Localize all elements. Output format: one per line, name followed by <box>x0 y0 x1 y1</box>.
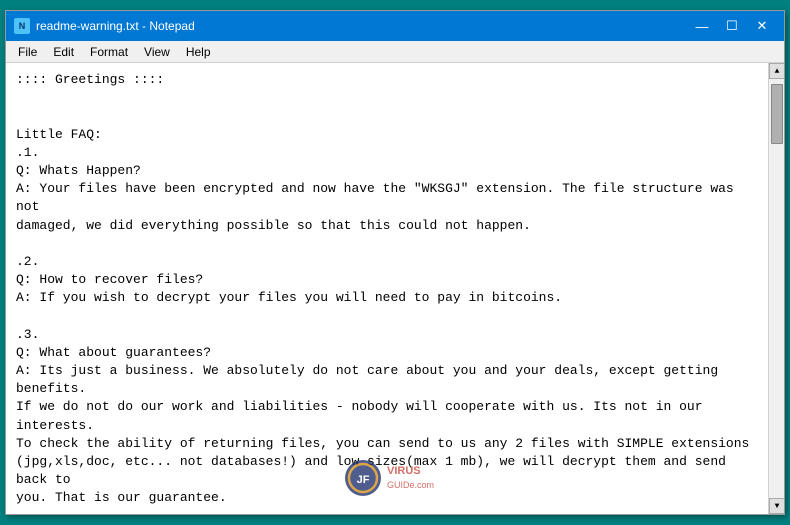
menu-file[interactable]: File <box>10 43 45 61</box>
content-area: :::: Greetings :::: Little FAQ: .1. Q: W… <box>6 63 784 514</box>
menu-help[interactable]: Help <box>178 43 219 61</box>
maximize-button[interactable]: ☐ <box>718 16 746 36</box>
close-button[interactable]: ✕ <box>748 16 776 36</box>
scroll-thumb[interactable] <box>771 84 783 144</box>
vertical-scrollbar[interactable]: ▲ ▼ <box>768 63 784 514</box>
menu-edit[interactable]: Edit <box>45 43 82 61</box>
minimize-button[interactable]: — <box>688 16 716 36</box>
menu-bar: File Edit Format View Help <box>6 41 784 63</box>
scroll-up-button[interactable]: ▲ <box>769 63 784 79</box>
text-content[interactable]: :::: Greetings :::: Little FAQ: .1. Q: W… <box>6 63 768 514</box>
scroll-track[interactable] <box>769 79 784 498</box>
scroll-down-button[interactable]: ▼ <box>769 498 784 514</box>
title-bar: N readme-warning.txt - Notepad — ☐ ✕ <box>6 11 784 41</box>
window-title: readme-warning.txt - Notepad <box>36 19 688 33</box>
app-icon: N <box>14 18 30 34</box>
window-controls: — ☐ ✕ <box>688 16 776 36</box>
notepad-window: N readme-warning.txt - Notepad — ☐ ✕ Fil… <box>5 10 785 515</box>
menu-view[interactable]: View <box>136 43 178 61</box>
menu-format[interactable]: Format <box>82 43 136 61</box>
